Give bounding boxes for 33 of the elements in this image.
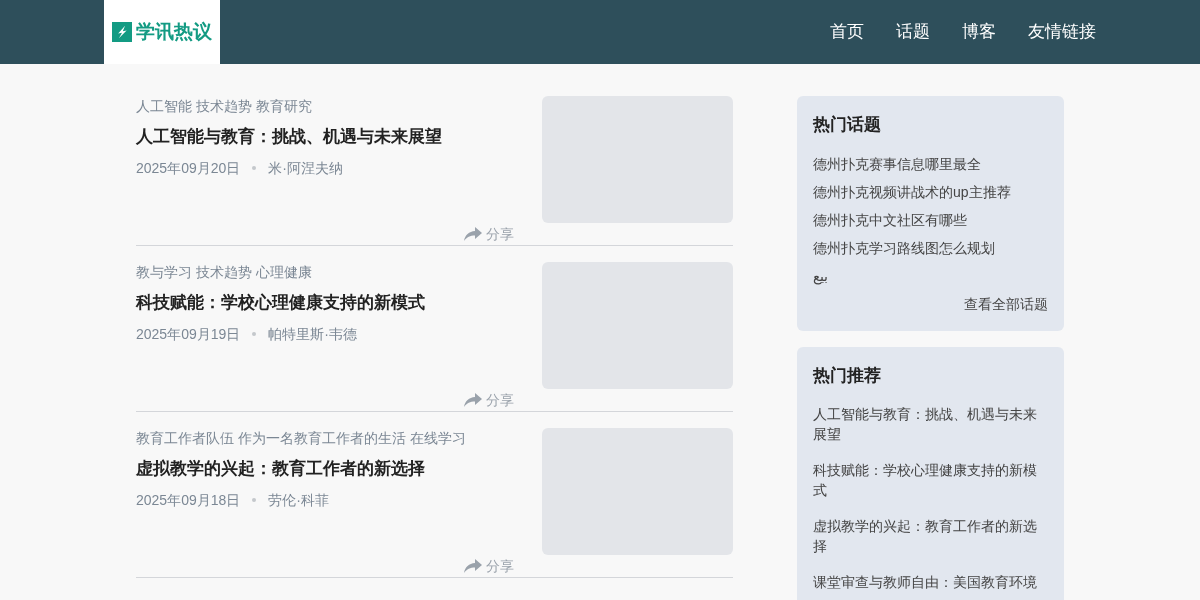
recommended-link[interactable]: 科技赋能：学校心理健康支持的新模式 bbox=[813, 460, 1048, 500]
logo-text: 学讯热议 bbox=[136, 19, 212, 44]
nav-link[interactable]: 友情链接 bbox=[1028, 19, 1096, 45]
lightning-icon bbox=[112, 19, 132, 45]
article-author: 劳伦·科菲 bbox=[268, 490, 329, 510]
article-title[interactable]: 科技赋能：学校心理健康支持的新模式 bbox=[136, 290, 425, 316]
recommended-link[interactable]: 人工智能与教育：挑战、机遇与未来展望 bbox=[813, 404, 1048, 444]
card-title: 热门推荐 bbox=[813, 364, 882, 387]
card-title: 热门话题 bbox=[813, 114, 882, 136]
article-author: 米·阿涅夫纳 bbox=[268, 158, 343, 178]
article-date: 2025年09月20日 bbox=[136, 158, 241, 178]
nav-link[interactable]: 首页 bbox=[830, 19, 864, 45]
topic-link[interactable]: بيع bbox=[813, 261, 1048, 290]
topic-link[interactable]: 德州扑克中文社区有哪些 bbox=[813, 205, 1048, 234]
article-title[interactable]: 虚拟教学的兴起：教育工作者的新选择 bbox=[136, 456, 466, 482]
article-date: 2025年09月19日 bbox=[136, 324, 241, 344]
article-date: 2025年09月18日 bbox=[136, 490, 241, 510]
recommended-link[interactable]: 虚拟教学的兴起：教育工作者的新选择 bbox=[813, 516, 1048, 556]
share-arrow-icon bbox=[464, 393, 482, 407]
nav-link[interactable]: 博客 bbox=[962, 19, 996, 45]
recommended-link[interactable]: 课堂审查与教师自由：美国教育环境 bbox=[813, 572, 1048, 592]
topic-link[interactable]: 德州扑克学习路线图怎么规划 bbox=[813, 233, 1048, 262]
article-tags: 人工智能 技术趋势 教育研究 bbox=[136, 96, 442, 116]
article-tags: 教育工作者队伍 作为一名教育工作者的生活 在线学习 bbox=[136, 428, 466, 448]
topic-link[interactable]: 德州扑克视频讲战术的up主推荐 bbox=[813, 177, 1048, 206]
view-all-link[interactable]: 查看全部话题 bbox=[964, 293, 1048, 315]
article-title[interactable]: 人工智能与教育：挑战、机遇与未来展望 bbox=[136, 124, 442, 150]
share-arrow-icon bbox=[464, 559, 482, 573]
nav-link[interactable]: 话题 bbox=[896, 19, 930, 45]
topic-link[interactable]: 德州扑克赛事信息哪里最全 bbox=[813, 149, 1048, 178]
article-author: 帕特里斯·韦德 bbox=[268, 324, 357, 344]
share-arrow-icon bbox=[464, 227, 482, 241]
article-tags: 教与学习 技术趋势 心理健康 bbox=[136, 262, 425, 282]
